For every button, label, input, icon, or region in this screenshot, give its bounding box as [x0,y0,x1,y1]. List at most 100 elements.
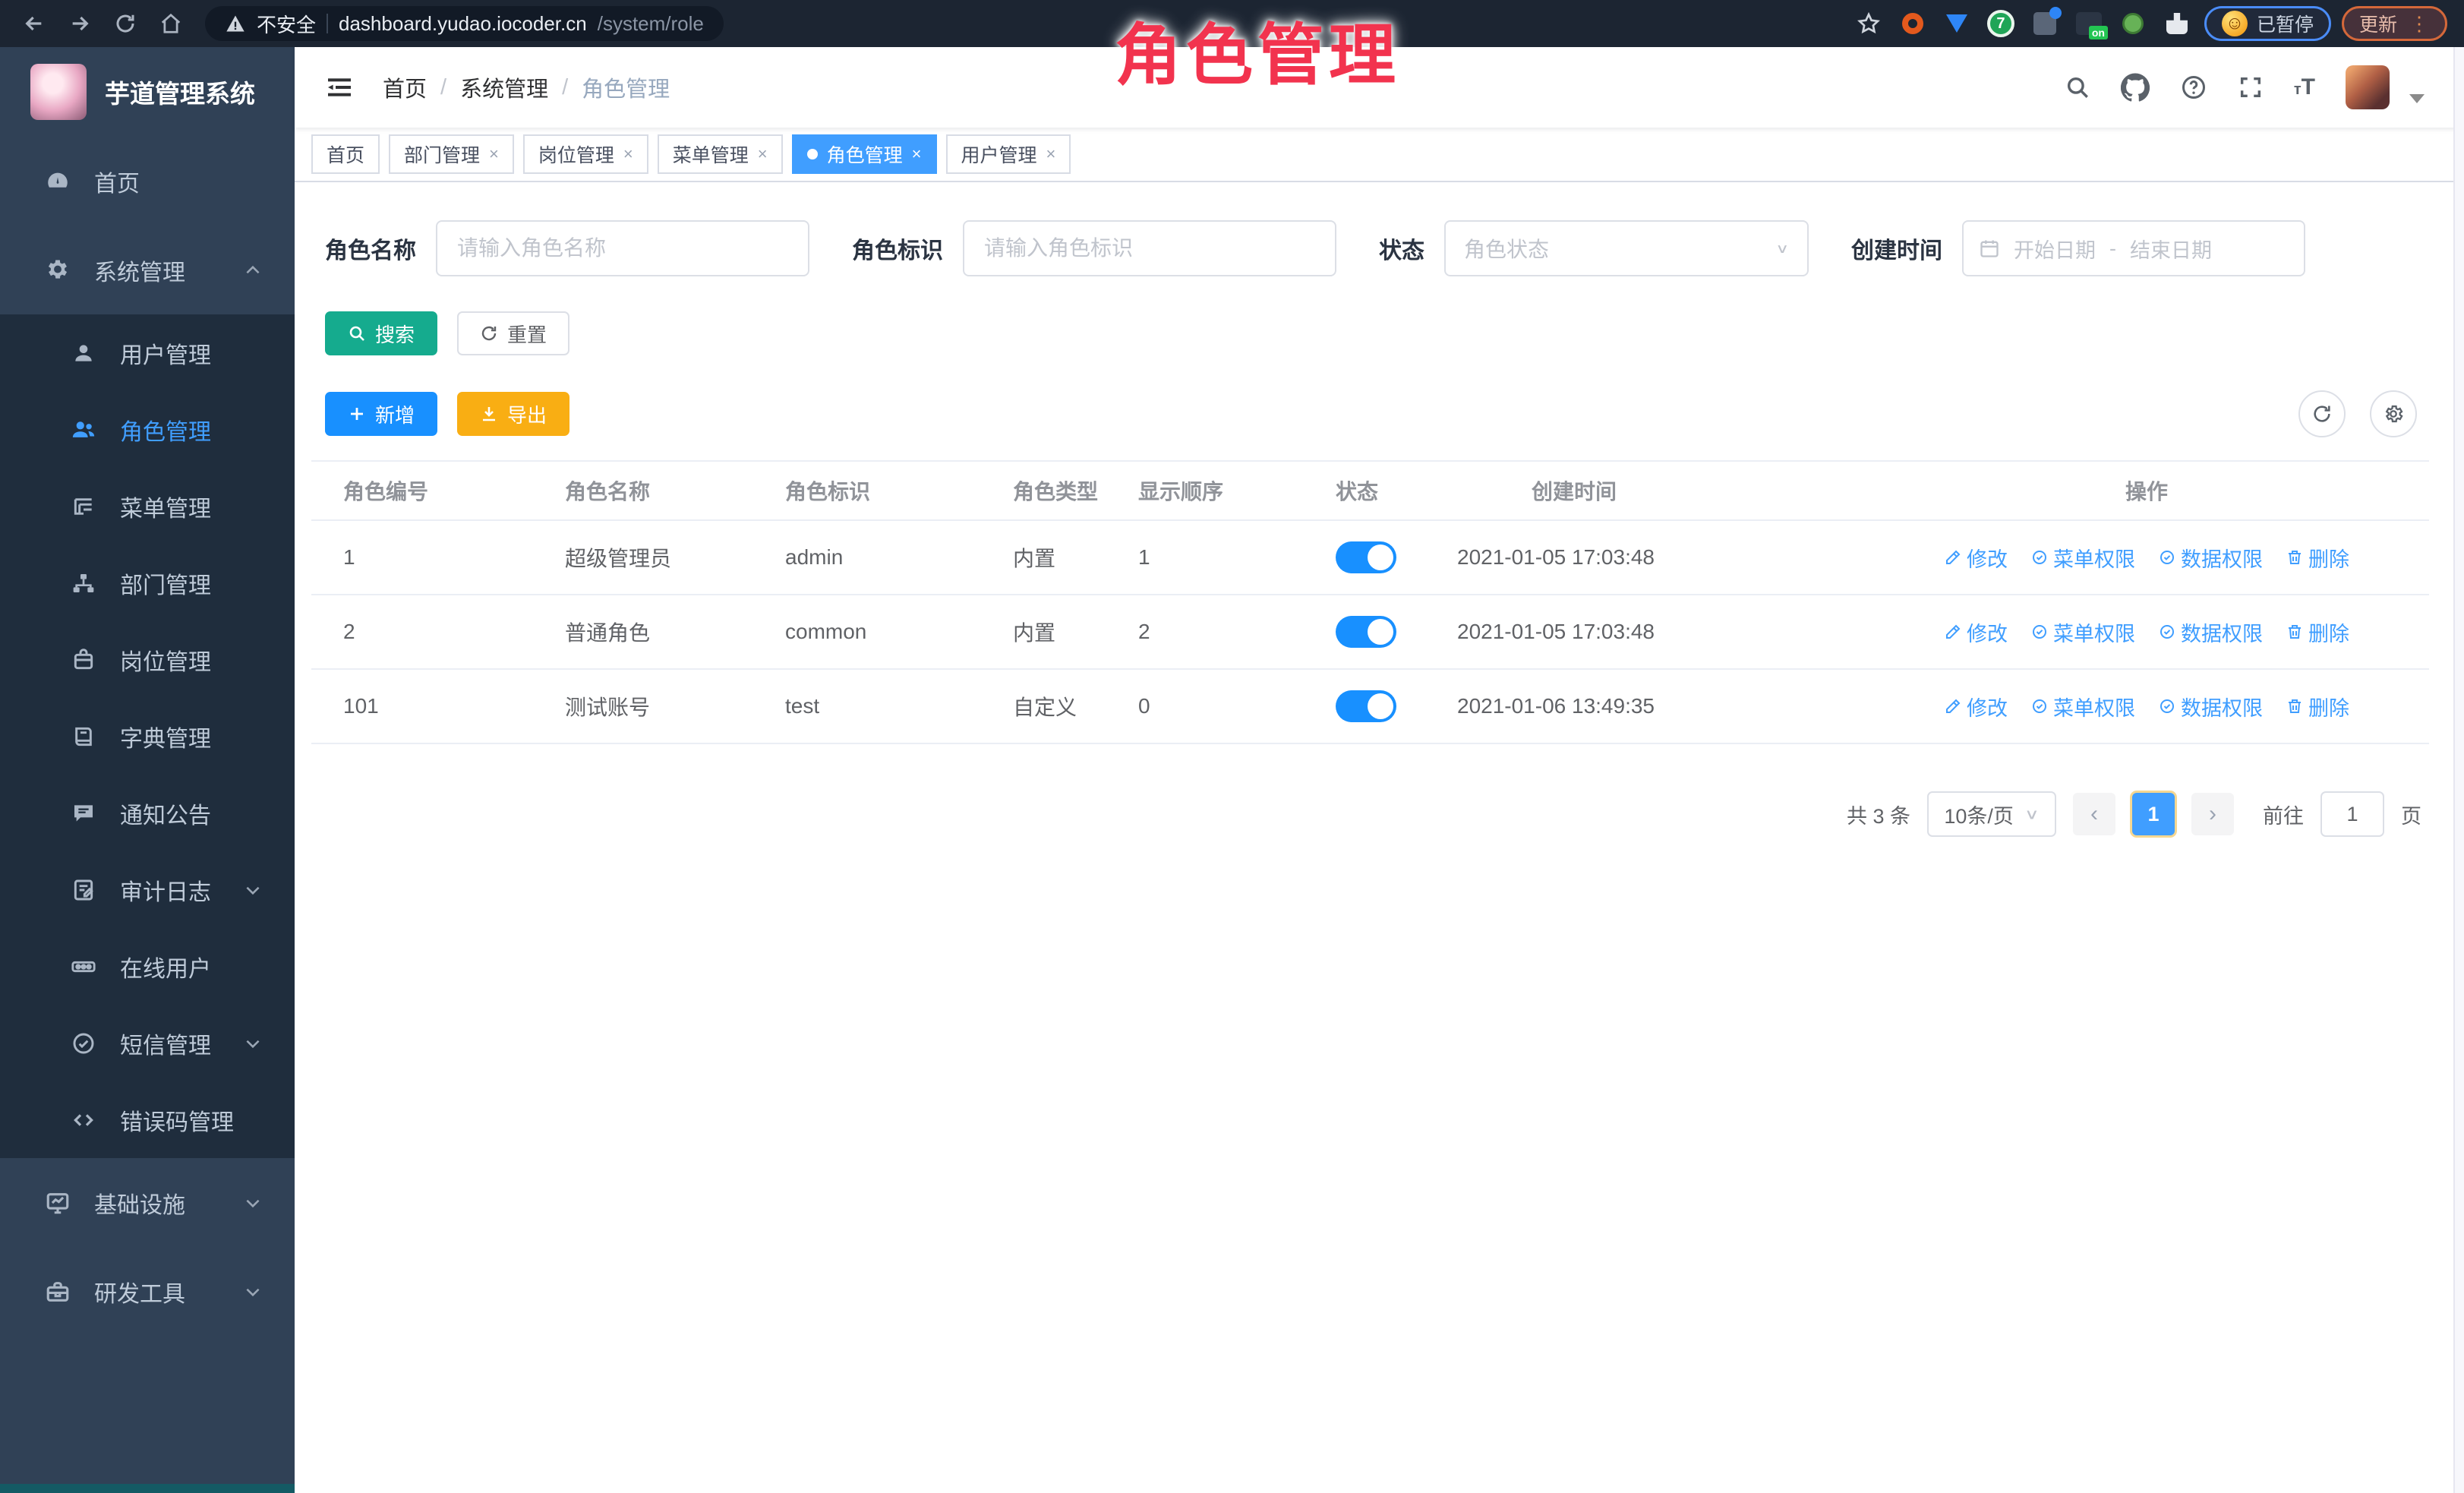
close-icon[interactable]: × [623,144,633,164]
sidebar-item-audit-logs[interactable]: 审计日志 [0,851,295,928]
search-button[interactable]: 搜索 [325,311,437,355]
reset-button[interactable]: 重置 [457,311,569,355]
sidebar-item-online-users[interactable]: 在线用户 [0,928,295,1005]
menu-permission-link[interactable]: 菜单权限 [2030,543,2135,573]
tab-home[interactable]: 首页 [311,134,380,174]
extension-dark-chip-icon[interactable]: on [2072,7,2106,40]
sidebar-item-dictionary[interactable]: 字典管理 [0,698,295,775]
tab-users[interactable]: 用户管理× [946,134,1071,174]
sidebar-item-departments[interactable]: 部门管理 [0,544,295,621]
browser-menu-icon[interactable]: ⋮ [2409,12,2430,36]
extensions-puzzle-icon[interactable] [2160,7,2194,40]
extension-twin-icon[interactable] [2028,7,2062,40]
monitor-icon [44,1189,71,1217]
data-permission-link[interactable]: 数据权限 [2158,617,2263,647]
menu-permission-link[interactable]: 菜单权限 [2030,692,2135,721]
browser-update-button[interactable]: 更新 ⋮ [2342,6,2447,41]
refresh-table-button[interactable] [2298,390,2346,437]
status-toggle[interactable] [1336,690,1396,722]
next-page-button[interactable]: › [2191,793,2234,835]
online-icon [70,953,97,980]
edit-link[interactable]: 修改 [1944,617,2008,647]
delete-link[interactable]: 删除 [2286,543,2349,573]
col-header-type: 角色类型 [981,475,1106,506]
delete-link[interactable]: 删除 [2286,692,2349,721]
profile-paused-chip[interactable]: ☺ 已暂停 [2204,6,2331,41]
user-menu-caret-icon[interactable] [2409,94,2425,103]
avatar[interactable] [2346,65,2390,109]
sidebar-item-error-codes[interactable]: 错误码管理 [0,1081,295,1158]
reload-icon[interactable] [108,6,143,41]
fullscreen-icon[interactable] [2238,74,2264,100]
user-icon [70,339,97,367]
status-toggle[interactable] [1336,541,1396,573]
page-size-select[interactable]: 10条/页 ∨ [1927,791,2056,837]
sidebar-item-dev-tools[interactable]: 研发工具 [0,1247,295,1336]
column-settings-button[interactable] [2370,390,2417,437]
close-icon[interactable]: × [1046,144,1056,164]
home-icon[interactable] [153,6,188,41]
sidebar-item-roles[interactable]: 角色管理 [0,391,295,468]
peoples-icon [70,416,97,443]
chevron-down-icon [243,880,263,900]
extension-green-sprout-icon[interactable] [2116,7,2150,40]
help-icon[interactable] [2180,74,2207,101]
data-permission-link[interactable]: 数据权限 [2158,692,2263,721]
goto-page-input[interactable] [2320,791,2384,837]
col-header-sort: 显示顺序 [1106,475,1304,506]
breadcrumb-home[interactable]: 首页 [383,71,427,103]
role-key-input[interactable] [963,220,1336,276]
app-logo-row[interactable]: 芋道管理系统 [0,47,295,137]
sidebar-item-infrastructure[interactable]: 基础设施 [0,1158,295,1247]
current-page[interactable]: 1 [2132,793,2175,835]
edit-link[interactable]: 修改 [1944,543,2008,573]
extension-gem-icon[interactable] [1940,7,1973,40]
sidebar: 芋道管理系统 首页 系统管理 [0,47,295,1493]
sidebar-item-posts[interactable]: 岗位管理 [0,621,295,698]
font-size-icon[interactable]: тT [2294,74,2315,100]
date-range-picker[interactable]: 开始日期 - 结束日期 [1962,220,2305,276]
sidebar-item-sms[interactable]: 短信管理 [0,1005,295,1081]
sidebar-item-notices[interactable]: 通知公告 [0,775,295,851]
breadcrumb: 首页 / 系统管理 / 角色管理 [383,71,670,103]
close-icon[interactable]: × [489,144,499,164]
delete-link[interactable]: 删除 [2286,617,2349,647]
sidebar-item-home[interactable]: 首页 [0,137,295,226]
role-name-input[interactable] [436,220,809,276]
header-search-icon[interactable] [2065,74,2090,100]
close-icon[interactable]: × [758,144,768,164]
github-icon[interactable] [2121,73,2150,102]
total-count: 共 3 条 [1847,800,1910,829]
tab-departments[interactable]: 部门管理× [389,134,514,174]
export-button[interactable]: 导出 [457,392,569,436]
status-toggle[interactable] [1336,616,1396,648]
close-icon[interactable]: × [912,144,922,164]
tab-roles[interactable]: 角色管理× [792,134,937,174]
edit-link[interactable]: 修改 [1944,692,2008,721]
page-scrollbar[interactable] [2453,47,2464,1493]
back-icon[interactable] [17,6,52,41]
prev-page-button[interactable]: ‹ [2073,793,2115,835]
tab-menus[interactable]: 菜单管理× [658,134,783,174]
extension-orange-icon[interactable] [1896,7,1929,40]
menu-permission-link[interactable]: 菜单权限 [2030,617,2135,647]
table-row: 1 超级管理员 admin 内置 1 2021-01-05 17:03:48 修… [311,521,2429,595]
forward-icon[interactable] [62,6,97,41]
end-date-placeholder: 结束日期 [2130,234,2212,264]
system-submenu: 用户管理 角色管理 菜单管理 [0,314,295,1158]
add-button[interactable]: 新增 [325,392,437,436]
address-bar[interactable]: 不安全 dashboard.yudao.iocoder.cn /system/r… [205,6,724,41]
sidebar-item-system[interactable]: 系统管理 [0,226,295,314]
app-logo [30,64,87,120]
breadcrumb-system[interactable]: 系统管理 [460,71,548,103]
sidebar-item-menus[interactable]: 菜单管理 [0,468,295,544]
tab-posts[interactable]: 岗位管理× [523,134,648,174]
log-icon [70,876,97,904]
status-select-placeholder: 角色状态 [1464,233,1549,264]
bookmark-star-icon[interactable] [1852,7,1885,40]
status-select[interactable]: 角色状态 ∨ [1444,220,1809,276]
data-permission-link[interactable]: 数据权限 [2158,543,2263,573]
sidebar-toggle-icon[interactable] [322,70,357,105]
extension-green-circle-icon[interactable]: 7 [1984,7,2018,40]
sidebar-item-users[interactable]: 用户管理 [0,314,295,391]
